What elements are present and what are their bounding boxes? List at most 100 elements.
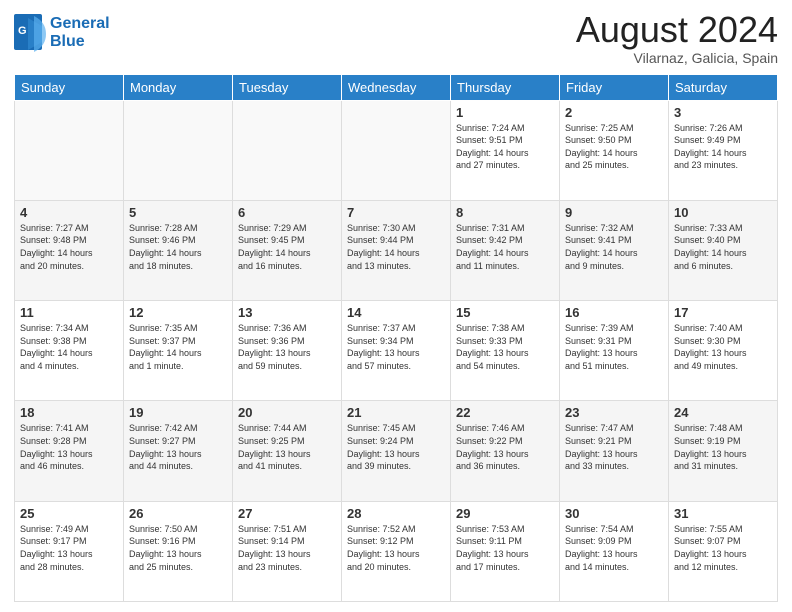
calendar-cell — [124, 100, 233, 200]
day-info: Sunrise: 7:44 AM Sunset: 9:25 PM Dayligh… — [238, 422, 336, 472]
day-info: Sunrise: 7:28 AM Sunset: 9:46 PM Dayligh… — [129, 222, 227, 272]
day-info: Sunrise: 7:25 AM Sunset: 9:50 PM Dayligh… — [565, 122, 663, 172]
calendar-cell — [342, 100, 451, 200]
day-number: 31 — [674, 506, 772, 521]
calendar-cell: 20Sunrise: 7:44 AM Sunset: 9:25 PM Dayli… — [233, 401, 342, 501]
day-info: Sunrise: 7:37 AM Sunset: 9:34 PM Dayligh… — [347, 322, 445, 372]
day-info: Sunrise: 7:52 AM Sunset: 9:12 PM Dayligh… — [347, 523, 445, 573]
day-info: Sunrise: 7:41 AM Sunset: 9:28 PM Dayligh… — [20, 422, 118, 472]
logo-icon: G — [14, 14, 46, 52]
day-number: 9 — [565, 205, 663, 220]
day-info: Sunrise: 7:45 AM Sunset: 9:24 PM Dayligh… — [347, 422, 445, 472]
day-number: 26 — [129, 506, 227, 521]
calendar-cell: 23 Sunrise: 7:47 AM Sunset: 9:21 PM Dayli… — [560, 401, 669, 501]
day-number: 28 — [347, 506, 445, 521]
day-info: Sunrise: 7:35 AM Sunset: 9:37 PM Dayligh… — [129, 322, 227, 372]
header-row: SundayMondayTuesdayWednesdayThursdayFrid… — [15, 74, 778, 100]
calendar-cell: 16Sunrise: 7:39 AM Sunset: 9:31 PM Dayli… — [560, 301, 669, 401]
day-info: Sunrise: 7:48 AM Sunset: 9:19 PM Dayligh… — [674, 422, 772, 472]
calendar-title: August 2024 — [576, 10, 778, 50]
header-thursday: Thursday — [451, 74, 560, 100]
day-number: 14 — [347, 305, 445, 320]
calendar-cell: 26 Sunrise: 7:50 AM Sunset: 9:16 PM Dayli… — [124, 501, 233, 601]
calendar-cell: 8 Sunrise: 7:31 AM Sunset: 9:42 PM Daylig… — [451, 200, 560, 300]
day-number: 10 — [674, 205, 772, 220]
calendar-cell: 25 Sunrise: 7:49 AM Sunset: 9:17 PM Dayli… — [15, 501, 124, 601]
day-number: 19 — [129, 405, 227, 420]
calendar-cell: 18Sunrise: 7:41 AM Sunset: 9:28 PM Dayli… — [15, 401, 124, 501]
calendar-cell: 28 Sunrise: 7:52 AM Sunset: 9:12 PM Dayli… — [342, 501, 451, 601]
header-sunday: Sunday — [15, 74, 124, 100]
day-info: Sunrise: 7:26 AM Sunset: 9:49 PM Dayligh… — [674, 122, 772, 172]
calendar-cell: 13Sunrise: 7:36 AM Sunset: 9:36 PM Dayli… — [233, 301, 342, 401]
calendar-cell: 14 Sunrise: 7:37 AM Sunset: 9:34 PM Dayli… — [342, 301, 451, 401]
day-info: Sunrise: 7:46 AM Sunset: 9:22 PM Dayligh… — [456, 422, 554, 472]
calendar-cell: 29 Sunrise: 7:53 AM Sunset: 9:11 PM Dayli… — [451, 501, 560, 601]
calendar-cell: 19 Sunrise: 7:42 AM Sunset: 9:27 PM Dayli… — [124, 401, 233, 501]
day-info: Sunrise: 7:42 AM Sunset: 9:27 PM Dayligh… — [129, 422, 227, 472]
day-info: Sunrise: 7:27 AM Sunset: 9:48 PM Dayligh… — [20, 222, 118, 272]
day-info: Sunrise: 7:38 AM Sunset: 9:33 PM Dayligh… — [456, 322, 554, 372]
day-number: 7 — [347, 205, 445, 220]
day-number: 11 — [20, 305, 118, 320]
day-number: 1 — [456, 105, 554, 120]
day-number: 12 — [129, 305, 227, 320]
day-info: Sunrise: 7:32 AM Sunset: 9:41 PM Dayligh… — [565, 222, 663, 272]
calendar-cell: 1Sunrise: 7:24 AM Sunset: 9:51 PM Daylig… — [451, 100, 560, 200]
calendar-subtitle: Vilarnaz, Galicia, Spain — [576, 50, 778, 66]
header-friday: Friday — [560, 74, 669, 100]
day-number: 30 — [565, 506, 663, 521]
calendar-cell: 17 Sunrise: 7:40 AM Sunset: 9:30 PM Dayli… — [669, 301, 778, 401]
week-row-5: 25 Sunrise: 7:49 AM Sunset: 9:17 PM Dayli… — [15, 501, 778, 601]
calendar-cell: 31 Sunrise: 7:55 AM Sunset: 9:07 PM Dayli… — [669, 501, 778, 601]
calendar-cell: 2 Sunrise: 7:25 AM Sunset: 9:50 PM Daylig… — [560, 100, 669, 200]
day-info: Sunrise: 7:55 AM Sunset: 9:07 PM Dayligh… — [674, 523, 772, 573]
day-number: 8 — [456, 205, 554, 220]
day-info: Sunrise: 7:53 AM Sunset: 9:11 PM Dayligh… — [456, 523, 554, 573]
day-number: 17 — [674, 305, 772, 320]
day-info: Sunrise: 7:39 AM Sunset: 9:31 PM Dayligh… — [565, 322, 663, 372]
day-number: 27 — [238, 506, 336, 521]
day-number: 4 — [20, 205, 118, 220]
day-info: Sunrise: 7:54 AM Sunset: 9:09 PM Dayligh… — [565, 523, 663, 573]
day-number: 2 — [565, 105, 663, 120]
day-info: Sunrise: 7:30 AM Sunset: 9:44 PM Dayligh… — [347, 222, 445, 272]
day-info: Sunrise: 7:50 AM Sunset: 9:16 PM Dayligh… — [129, 523, 227, 573]
day-number: 25 — [20, 506, 118, 521]
calendar-cell: 27 Sunrise: 7:51 AM Sunset: 9:14 PM Dayli… — [233, 501, 342, 601]
day-number: 23 — [565, 405, 663, 420]
week-row-4: 18Sunrise: 7:41 AM Sunset: 9:28 PM Dayli… — [15, 401, 778, 501]
logo-general: General — [50, 15, 110, 33]
header-tuesday: Tuesday — [233, 74, 342, 100]
header-monday: Monday — [124, 74, 233, 100]
calendar-cell: 10Sunrise: 7:33 AM Sunset: 9:40 PM Dayli… — [669, 200, 778, 300]
page-header: G General Blue August 2024 Vilarnaz, Gal… — [14, 10, 778, 66]
day-number: 13 — [238, 305, 336, 320]
calendar-cell — [15, 100, 124, 200]
calendar-cell: 30 Sunrise: 7:54 AM Sunset: 9:09 PM Dayli… — [560, 501, 669, 601]
calendar-cell: 12 Sunrise: 7:35 AM Sunset: 9:37 PM Dayli… — [124, 301, 233, 401]
header-saturday: Saturday — [669, 74, 778, 100]
day-number: 5 — [129, 205, 227, 220]
day-info: Sunrise: 7:47 AM Sunset: 9:21 PM Dayligh… — [565, 422, 663, 472]
calendar-cell: 3Sunrise: 7:26 AM Sunset: 9:49 PM Daylig… — [669, 100, 778, 200]
header-wednesday: Wednesday — [342, 74, 451, 100]
calendar-cell: 21Sunrise: 7:45 AM Sunset: 9:24 PM Dayli… — [342, 401, 451, 501]
calendar-cell: 7 Sunrise: 7:30 AM Sunset: 9:44 PM Daylig… — [342, 200, 451, 300]
day-info: Sunrise: 7:34 AM Sunset: 9:38 PM Dayligh… — [20, 322, 118, 372]
day-info: Sunrise: 7:51 AM Sunset: 9:14 PM Dayligh… — [238, 523, 336, 573]
day-info: Sunrise: 7:31 AM Sunset: 9:42 PM Dayligh… — [456, 222, 554, 272]
day-info: Sunrise: 7:29 AM Sunset: 9:45 PM Dayligh… — [238, 222, 336, 272]
title-block: August 2024 Vilarnaz, Galicia, Spain — [576, 10, 778, 66]
calendar-cell: 22Sunrise: 7:46 AM Sunset: 9:22 PM Dayli… — [451, 401, 560, 501]
week-row-1: 1Sunrise: 7:24 AM Sunset: 9:51 PM Daylig… — [15, 100, 778, 200]
calendar-cell: 4 Sunrise: 7:27 AM Sunset: 9:48 PM Daylig… — [15, 200, 124, 300]
logo-blue: Blue — [50, 33, 110, 51]
day-info: Sunrise: 7:49 AM Sunset: 9:17 PM Dayligh… — [20, 523, 118, 573]
day-info: Sunrise: 7:40 AM Sunset: 9:30 PM Dayligh… — [674, 322, 772, 372]
calendar-cell: 6Sunrise: 7:29 AM Sunset: 9:45 PM Daylig… — [233, 200, 342, 300]
calendar-cell: 15Sunrise: 7:38 AM Sunset: 9:33 PM Dayli… — [451, 301, 560, 401]
day-number: 29 — [456, 506, 554, 521]
calendar-cell: 11 Sunrise: 7:34 AM Sunset: 9:38 PM Dayli… — [15, 301, 124, 401]
svg-text:G: G — [18, 25, 27, 37]
